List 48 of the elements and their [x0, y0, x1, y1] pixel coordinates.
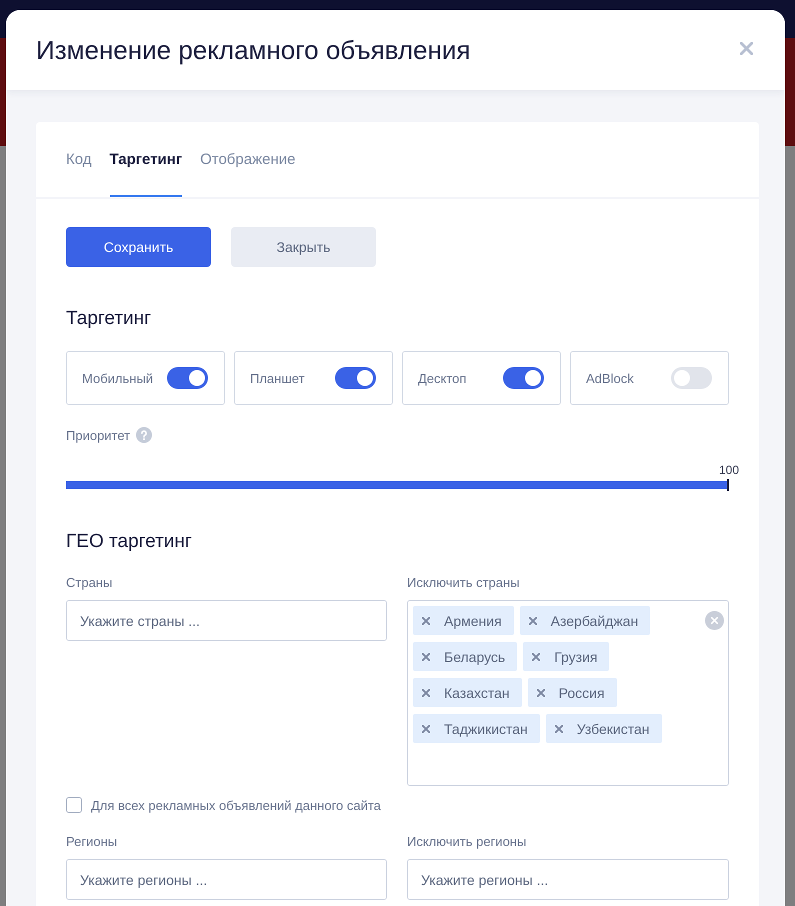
toggle-label: Мобильный	[82, 370, 154, 386]
tag-label: Узбекистан	[576, 720, 650, 736]
remove-icon[interactable]	[528, 616, 537, 624]
toggle-label: Десктоп	[418, 370, 466, 386]
tag-label: Беларусь	[444, 648, 506, 664]
field-label: Исключить страны	[407, 575, 521, 591]
clear-icon[interactable]	[705, 611, 724, 630]
slider-track[interactable]	[66, 481, 729, 489]
remove-icon[interactable]	[554, 724, 563, 732]
close-icon[interactable]	[740, 42, 753, 54]
remove-icon[interactable]	[532, 652, 540, 660]
toggle-switch[interactable]	[167, 367, 208, 389]
toggle-label: Планшет	[250, 370, 305, 386]
secondary-button[interactable]: Закрыть	[231, 227, 376, 267]
field-label: Приоритет	[66, 428, 130, 442]
remove-icon[interactable]	[422, 724, 430, 732]
section-heading: ГЕО таргетинг	[66, 530, 193, 554]
remove-icon[interactable]	[536, 688, 545, 696]
field-label: Страны	[66, 575, 114, 591]
tag-label: Казахстан	[444, 684, 510, 700]
dialog-title: Изменение рекламного объявления	[36, 34, 470, 66]
checkbox-label: Для всех рекламных объявлений данного сайта	[91, 798, 381, 812]
tab[interactable]: Таргетинг	[110, 122, 182, 197]
tag-label: Россия	[558, 684, 605, 700]
tag-label: Таджикистан	[444, 720, 528, 736]
section-heading: Таргетинг	[66, 307, 152, 331]
tag-label: Грузия	[554, 648, 598, 664]
toggle-switch[interactable]	[335, 367, 376, 389]
toggle-switch[interactable]	[671, 367, 712, 389]
remove-icon[interactable]	[422, 688, 430, 696]
tab[interactable]: Код	[66, 122, 92, 197]
toggle-label: AdBlock	[586, 370, 634, 386]
slider-value: 100	[718, 463, 740, 477]
help-icon[interactable]	[136, 427, 152, 443]
checkbox[interactable]	[66, 797, 82, 813]
primary-button[interactable]: Сохранить	[66, 227, 211, 267]
exclude-regions-input[interactable]: Укажите регионы ...	[407, 859, 729, 900]
remove-icon[interactable]	[422, 652, 430, 660]
toggle-switch[interactable]	[503, 367, 544, 389]
tag-label: Армения	[444, 612, 502, 628]
field-label: Регионы	[66, 834, 118, 850]
remove-icon[interactable]	[422, 616, 430, 624]
regions-input[interactable]: Укажите регионы ...	[66, 859, 387, 900]
multi-select-field[interactable]: Армения Азербайджан Беларусь Грузия Казахстан Россия Таджикистан Узбекистан	[407, 600, 729, 786]
tag-label: Азербайджан	[550, 612, 638, 628]
countries-input[interactable]: Укажите страны ...	[66, 600, 387, 641]
tab[interactable]: Отображение	[200, 122, 296, 197]
field-label: Исключить регионы	[407, 834, 528, 850]
